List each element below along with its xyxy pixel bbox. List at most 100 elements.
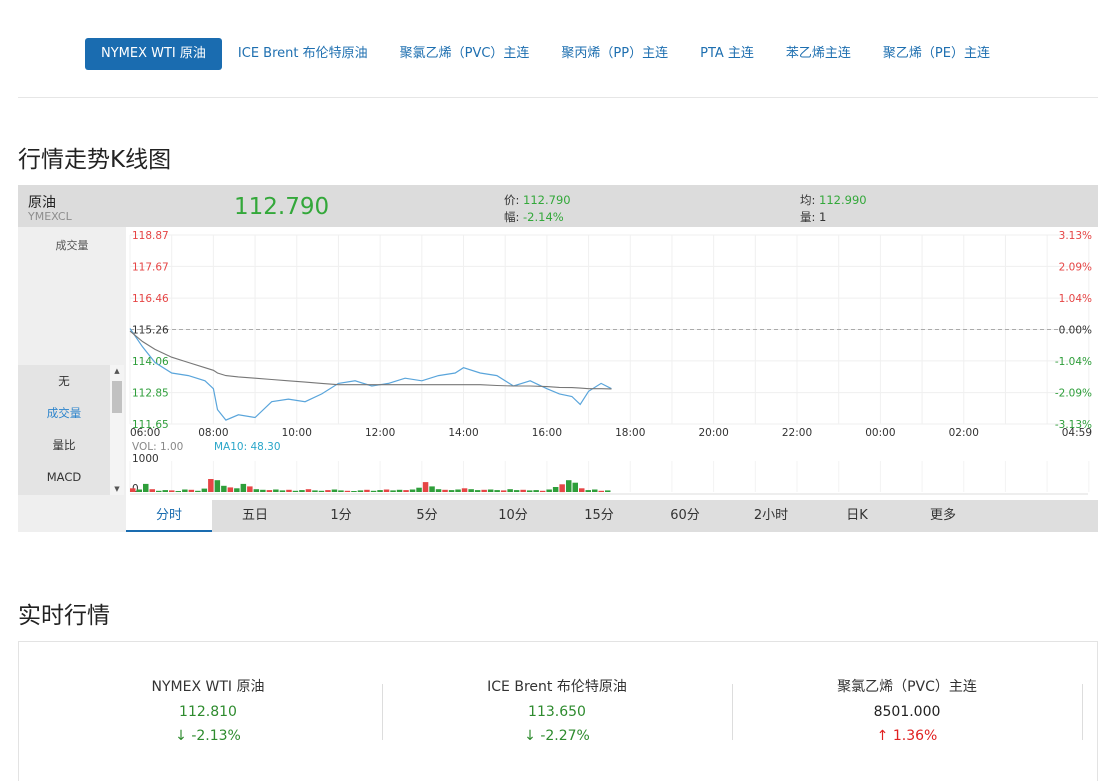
- kline-chart-panel: 原油 YMEXCL 112.790 价: 112.790 幅: -2.14% 均…: [18, 185, 1098, 532]
- price-stat-value: 112.790: [523, 193, 571, 207]
- volume-bar: [552, 487, 559, 492]
- quote-card-wti[interactable]: NYMEX WTI 原油 112.810 ↓ -2.13%: [33, 676, 383, 747]
- volume-bar: [292, 490, 299, 492]
- scroll-up-arrow-icon[interactable]: ▲: [110, 367, 124, 375]
- tab-pta[interactable]: PTA 主连: [684, 38, 770, 70]
- quote-price: 113.650: [528, 704, 586, 720]
- period-tab-10min[interactable]: 10分: [470, 500, 556, 532]
- indicator-scrollbar[interactable]: ▲ ▼: [110, 365, 124, 495]
- volume-bar: [221, 485, 227, 492]
- price-stat: 价: 112.790: [504, 192, 571, 208]
- indicator-volume-ratio[interactable]: 量比: [18, 429, 110, 461]
- quote-name: ICE Brent 布伦特原油: [487, 679, 627, 695]
- indicator-macd[interactable]: MACD: [18, 461, 110, 493]
- period-tab-bar: 分时 五日 1分 5分 10分 15分 60分 2小时 日K 更多: [126, 500, 1098, 532]
- volume-bar: [474, 490, 481, 492]
- volume-bar: [240, 483, 247, 492]
- volume-bar: [461, 488, 468, 492]
- y-tick-label-right: 0.00%: [1059, 325, 1092, 337]
- volume-bar: [214, 480, 221, 492]
- range-stat-value: -2.14%: [523, 210, 564, 224]
- x-tick-label: 02:00: [949, 427, 979, 439]
- scroll-thumb[interactable]: [112, 381, 122, 413]
- quote-change: ↓ -2.13%: [175, 728, 241, 744]
- tab-ice-brent[interactable]: ICE Brent 布伦特原油: [222, 38, 384, 70]
- volume-bar: [546, 489, 552, 492]
- volume-bar: [266, 490, 273, 492]
- volume-bar: [357, 490, 364, 492]
- volume-bar: [605, 490, 611, 492]
- y-tick-label-right: 1.04%: [1059, 293, 1092, 305]
- x-tick-label: 08:00: [198, 427, 228, 439]
- y-tick-label-left: 116.46: [132, 293, 169, 305]
- volume-bar: [442, 489, 448, 492]
- volume-bar: [572, 482, 578, 492]
- quote-change: ↑ 1.36%: [876, 728, 938, 744]
- indicator-volume[interactable]: 成交量: [18, 397, 110, 429]
- volume-bar: [247, 486, 253, 492]
- tab-nymex-wti[interactable]: NYMEX WTI 原油: [85, 38, 222, 70]
- kline-section-title: 行情走势K线图: [18, 147, 172, 173]
- period-tab-15min[interactable]: 15分: [556, 500, 642, 532]
- volume-bar: [188, 489, 195, 492]
- volume-bar: [559, 484, 565, 493]
- volume-bar: [598, 490, 604, 492]
- volume-bar: [175, 491, 181, 492]
- tab-pe[interactable]: 聚乙烯（PE）主连: [867, 38, 1006, 70]
- volume-bar: [487, 489, 494, 492]
- x-tick-label: 10:00: [282, 427, 312, 439]
- period-tab-5day[interactable]: 五日: [212, 500, 298, 532]
- period-tab-60min[interactable]: 60分: [642, 500, 728, 532]
- volume-bar: [286, 489, 292, 492]
- y-tick-label-right: -2.09%: [1055, 388, 1092, 400]
- volume-bar: [539, 490, 546, 492]
- avg-stat: 均: 112.990: [800, 192, 867, 208]
- volume-bar: [526, 490, 533, 492]
- tab-pvc[interactable]: 聚氯乙烯（PVC）主连: [384, 38, 546, 70]
- x-tick-label: 06:00: [130, 427, 160, 439]
- volume-bar: [566, 480, 572, 492]
- period-tab-1min[interactable]: 1分: [298, 500, 384, 532]
- volume-bar: [331, 489, 338, 492]
- realtime-section-title: 实时行情: [18, 603, 110, 629]
- tab-styrene[interactable]: 苯乙烯主连: [770, 38, 867, 70]
- volume-bar: [396, 489, 403, 492]
- indicator-list: 无 成交量 量比 MACD: [18, 365, 110, 495]
- quote-card-pvc[interactable]: 聚氯乙烯（PVC）主连 8501.000 ↑ 1.36%: [732, 676, 1082, 747]
- ma10-label: MA10: 48.30: [214, 441, 281, 453]
- volume-bar: [162, 490, 168, 492]
- volume-bar: [305, 489, 312, 492]
- volume-stat-label: 量:: [800, 210, 816, 224]
- volume-bar: [370, 490, 377, 492]
- period-tab-more[interactable]: 更多: [900, 500, 986, 532]
- volume-bar: [422, 482, 429, 492]
- volume-bar: [195, 490, 201, 492]
- price-stat-label: 价:: [504, 193, 520, 207]
- tab-pp[interactable]: 聚丙烯（PP）主连: [545, 38, 684, 70]
- volume-bar: [136, 489, 142, 492]
- volume-bar: [513, 490, 520, 492]
- volume-bar: [318, 490, 325, 492]
- indicator-sidebar: 成交量 无 成交量 量比 MACD ▲ ▼: [18, 227, 126, 532]
- instrument-code: YMEXCL: [28, 210, 72, 223]
- volume-stat-value: 1: [819, 210, 827, 224]
- y-tick-label-left: 117.67: [132, 261, 169, 273]
- volume-bar: [533, 490, 539, 492]
- y-tick-label-left: 112.85: [132, 388, 169, 400]
- intraday-chart[interactable]: 118.87 3.13% 117.67 2.09% 116.46 1.04% 115.26 0…: [126, 227, 1098, 500]
- scroll-down-arrow-icon[interactable]: ▼: [110, 485, 124, 493]
- y-tick-label-left: 118.87: [132, 230, 169, 242]
- period-tab-daily[interactable]: 日K: [814, 500, 900, 532]
- volume-bar: [500, 490, 507, 492]
- x-tick-label: 22:00: [782, 427, 812, 439]
- indicator-none[interactable]: 无: [18, 365, 110, 397]
- x-tick-label: 12:00: [365, 427, 395, 439]
- period-tab-intraday[interactable]: 分时: [126, 500, 212, 532]
- volume-bar: [234, 488, 240, 492]
- period-tab-2hour[interactable]: 2小时: [728, 500, 814, 532]
- volume-bar: [435, 489, 442, 492]
- quote-card-brent[interactable]: ICE Brent 布伦特原油 113.650 ↓ -2.27%: [382, 676, 732, 747]
- period-tab-5min[interactable]: 5分: [384, 500, 470, 532]
- volume-bar: [416, 487, 422, 492]
- current-price: 112.790: [234, 194, 330, 220]
